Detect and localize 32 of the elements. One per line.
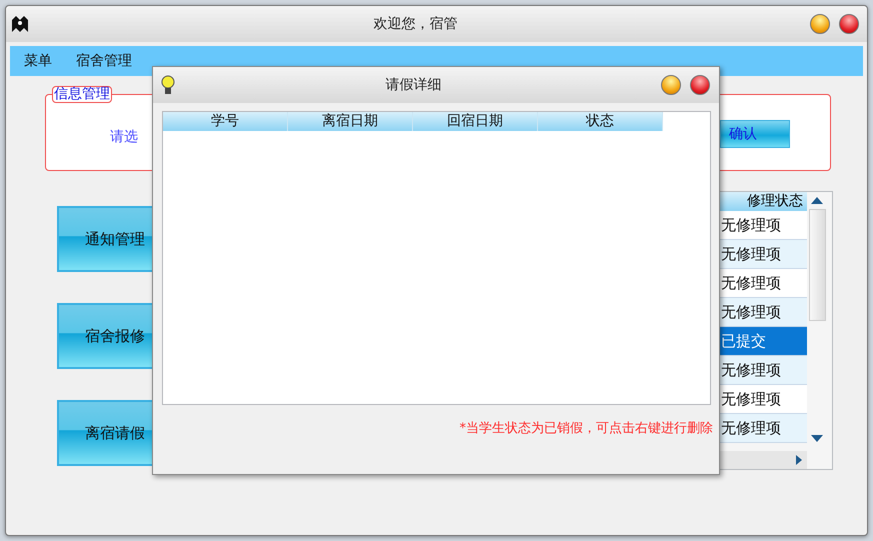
minimize-button[interactable] bbox=[661, 75, 681, 95]
delete-hint-text: *当学生状态为已销假，可点击右键进行删除 bbox=[458, 420, 714, 437]
window-title: 欢迎您，宿管 bbox=[372, 15, 458, 33]
column-header[interactable]: 学号 bbox=[163, 112, 288, 131]
confirm-button[interactable]: 确认 bbox=[720, 120, 790, 148]
menu-item[interactable]: 宿舍管理 bbox=[76, 52, 132, 70]
minimize-button[interactable] bbox=[810, 14, 830, 34]
close-button[interactable] bbox=[839, 14, 859, 34]
table-row[interactable]: 无修理项 bbox=[718, 269, 807, 298]
app-logo-icon bbox=[10, 14, 30, 34]
table-row[interactable]: 已提交 bbox=[718, 327, 807, 356]
scroll-right-icon[interactable] bbox=[795, 455, 803, 465]
lightbulb-icon bbox=[161, 75, 175, 95]
prompt-label: 请选 bbox=[110, 128, 138, 146]
horizontal-scrollbar[interactable] bbox=[718, 451, 807, 469]
column-header[interactable]: 修理状态 bbox=[718, 192, 807, 211]
table-row[interactable]: 无修理项 bbox=[718, 414, 807, 443]
scroll-up-icon[interactable] bbox=[811, 197, 823, 204]
column-header[interactable]: 离宿日期 bbox=[288, 112, 413, 131]
close-button[interactable] bbox=[690, 75, 710, 95]
table-row[interactable]: 无修理项 bbox=[718, 298, 807, 327]
table-row[interactable]: 无修理项 bbox=[718, 240, 807, 269]
dialog-title: 请假详细 bbox=[384, 76, 442, 94]
menu-item[interactable]: 菜单 bbox=[24, 52, 52, 70]
scroll-thumb[interactable] bbox=[808, 209, 826, 321]
table-row[interactable]: 无修理项 bbox=[718, 385, 807, 414]
scroll-down-icon[interactable] bbox=[811, 435, 823, 442]
column-header[interactable]: 回宿日期 bbox=[413, 112, 538, 131]
group-title: 信息管理 bbox=[52, 86, 112, 103]
table-row[interactable]: 无修理项 bbox=[718, 211, 807, 240]
column-header[interactable]: 状态 bbox=[538, 112, 663, 131]
table-row[interactable]: 无修理项 bbox=[718, 356, 807, 385]
